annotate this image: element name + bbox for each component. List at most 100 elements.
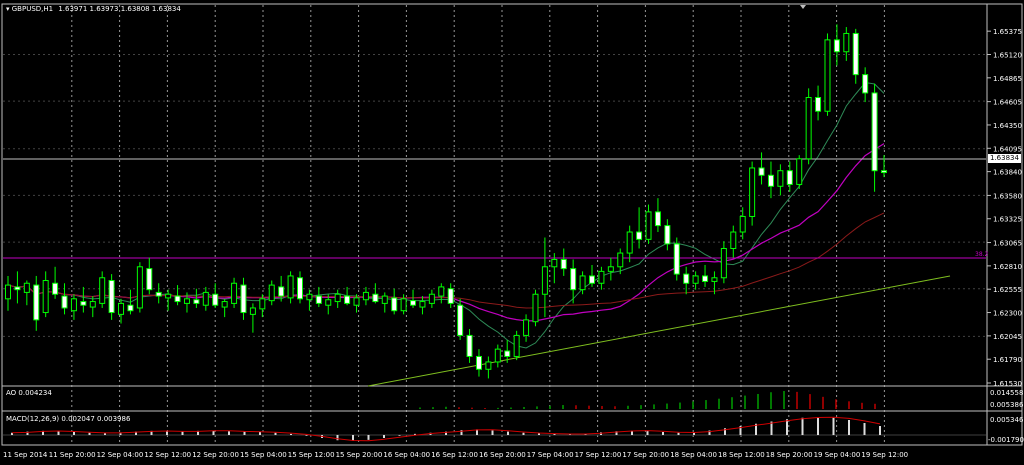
candle-bull	[607, 266, 614, 272]
candle-bull	[513, 334, 520, 357]
chart-window[interactable]: 1.65375 1.65120 1.64865 1.64605 1.64350 1.640…	[0, 0, 1024, 463]
candle-bull	[749, 167, 756, 217]
macd-tick-upper: 0.005346	[990, 416, 1024, 424]
candle-bull	[5, 284, 11, 300]
candle-bull	[739, 215, 746, 233]
candle-bull	[287, 275, 294, 299]
candle-bear	[155, 291, 162, 297]
candle-bear	[278, 286, 285, 297]
candle-bull	[259, 298, 266, 310]
macd-tick-lower: -0.001790	[988, 436, 1024, 444]
candle-bull	[532, 293, 539, 323]
candle-bear	[786, 170, 793, 185]
candle-bear	[146, 268, 153, 291]
candle-bull	[598, 270, 605, 284]
candle-bull	[183, 298, 190, 304]
candle-bear	[758, 167, 765, 176]
time-tick-label: 19 Sep 04:00	[814, 451, 861, 459]
candle-bull	[824, 39, 831, 112]
price-tick-label: 1.65120	[993, 51, 1022, 59]
candle-bear	[193, 299, 200, 304]
time-tick-label: 11 Sep 2014	[3, 451, 48, 459]
candle-bull	[381, 295, 388, 304]
candle-bear	[410, 300, 417, 306]
chart-shift-marker-icon[interactable]	[800, 5, 806, 9]
candle-bull	[796, 158, 803, 185]
candle-bull	[494, 348, 501, 363]
time-tick-label: 12 Sep 20:00	[192, 451, 239, 459]
chart-canvas[interactable]: 1.65375 1.65120 1.64865 1.64605 1.64350 1.640…	[0, 0, 1024, 463]
candle-bear	[14, 286, 21, 291]
time-tick-label: 16 Sep 20:00	[479, 451, 526, 459]
time-tick-label: 18 Sep 04:00	[670, 451, 717, 459]
price-tick-label: 1.62045	[993, 333, 1022, 341]
price-tick-label: 1.65375	[993, 28, 1022, 36]
candle-bear	[174, 295, 181, 303]
candle-bear	[833, 39, 840, 53]
candle-bull	[89, 301, 96, 308]
candle-bull	[334, 293, 341, 303]
time-axis: 11 Sep 2014 11 Sep 20:00 12 Sep 04:00 12 Se…	[3, 451, 908, 459]
candle-bull	[777, 170, 784, 187]
price-tick-label: 1.64095	[993, 145, 1022, 153]
candle-bear	[664, 225, 671, 245]
symbol-dropdown-icon[interactable]: ▾	[6, 5, 10, 13]
macd-indicator-label: MACD(12,26,9) 0.002047 0.003986	[6, 415, 131, 423]
time-tick-label: 16 Sep 04:00	[383, 451, 430, 459]
price-tick-label: 1.64350	[993, 122, 1022, 130]
candle-bear	[673, 243, 680, 275]
ao-histogram	[419, 391, 876, 409]
ao-tick-lower: 0.005386	[990, 401, 1024, 409]
ao-indicator-label: AO 0.004234	[6, 389, 52, 397]
candle-bull	[202, 291, 209, 306]
chart-outer-border	[1, 3, 1023, 446]
price-tick-label: 1.63840	[993, 169, 1022, 177]
candle-bear	[504, 350, 511, 357]
candle-bear	[589, 275, 595, 284]
candle-bull	[70, 298, 77, 312]
candle-bull	[231, 282, 238, 304]
candle-bear	[108, 280, 115, 314]
price-tick-label: 1.64865	[993, 75, 1022, 83]
candle-bull	[165, 293, 172, 299]
price-tick-label: 1.62300	[993, 310, 1022, 318]
macd-signal-line	[11, 416, 881, 442]
time-tick-label: 17 Sep 04:00	[527, 451, 574, 459]
price-tick-label: 1.62810	[993, 263, 1022, 271]
candle-bear	[61, 295, 68, 309]
candle-bear	[654, 211, 661, 227]
time-tick-label: 11 Sep 20:00	[49, 451, 96, 459]
candle-bull	[579, 275, 586, 291]
current-price-tag: 1.63834	[988, 154, 1021, 163]
candle-bear	[702, 275, 709, 282]
candle-bull	[720, 247, 727, 279]
candle-bear	[881, 170, 887, 174]
candle-bull	[306, 293, 313, 301]
candle-bear	[560, 258, 567, 270]
candle-bull	[362, 291, 369, 301]
candle-bull	[221, 301, 228, 308]
candle-bull	[692, 275, 699, 284]
candle-bear	[80, 301, 87, 306]
candle-bear	[636, 231, 643, 240]
candle-bear	[372, 293, 379, 303]
candle-bear	[862, 74, 869, 94]
price-tick-label: 1.62555	[993, 286, 1022, 294]
candle-bear	[344, 295, 351, 304]
candle-bull	[551, 258, 558, 268]
time-tick-label: 18 Sep 20:00	[766, 451, 813, 459]
candle-bull	[730, 231, 737, 249]
time-tick-label: 15 Sep 04:00	[240, 451, 287, 459]
time-tick-label: 16 Sep 12:00	[431, 451, 478, 459]
candle-bull	[136, 266, 143, 309]
candle-bull	[523, 319, 530, 336]
ao-tick-upper: 0.014558	[990, 389, 1024, 397]
candle-bear	[315, 295, 322, 304]
candle-bear	[212, 293, 219, 306]
candle-bear	[240, 284, 247, 314]
candle-bear	[297, 277, 303, 300]
candle-bull	[325, 299, 332, 306]
candle-bear	[815, 97, 822, 112]
time-tick-label: 12 Sep 12:00	[144, 451, 191, 459]
candle-bear	[570, 268, 577, 291]
